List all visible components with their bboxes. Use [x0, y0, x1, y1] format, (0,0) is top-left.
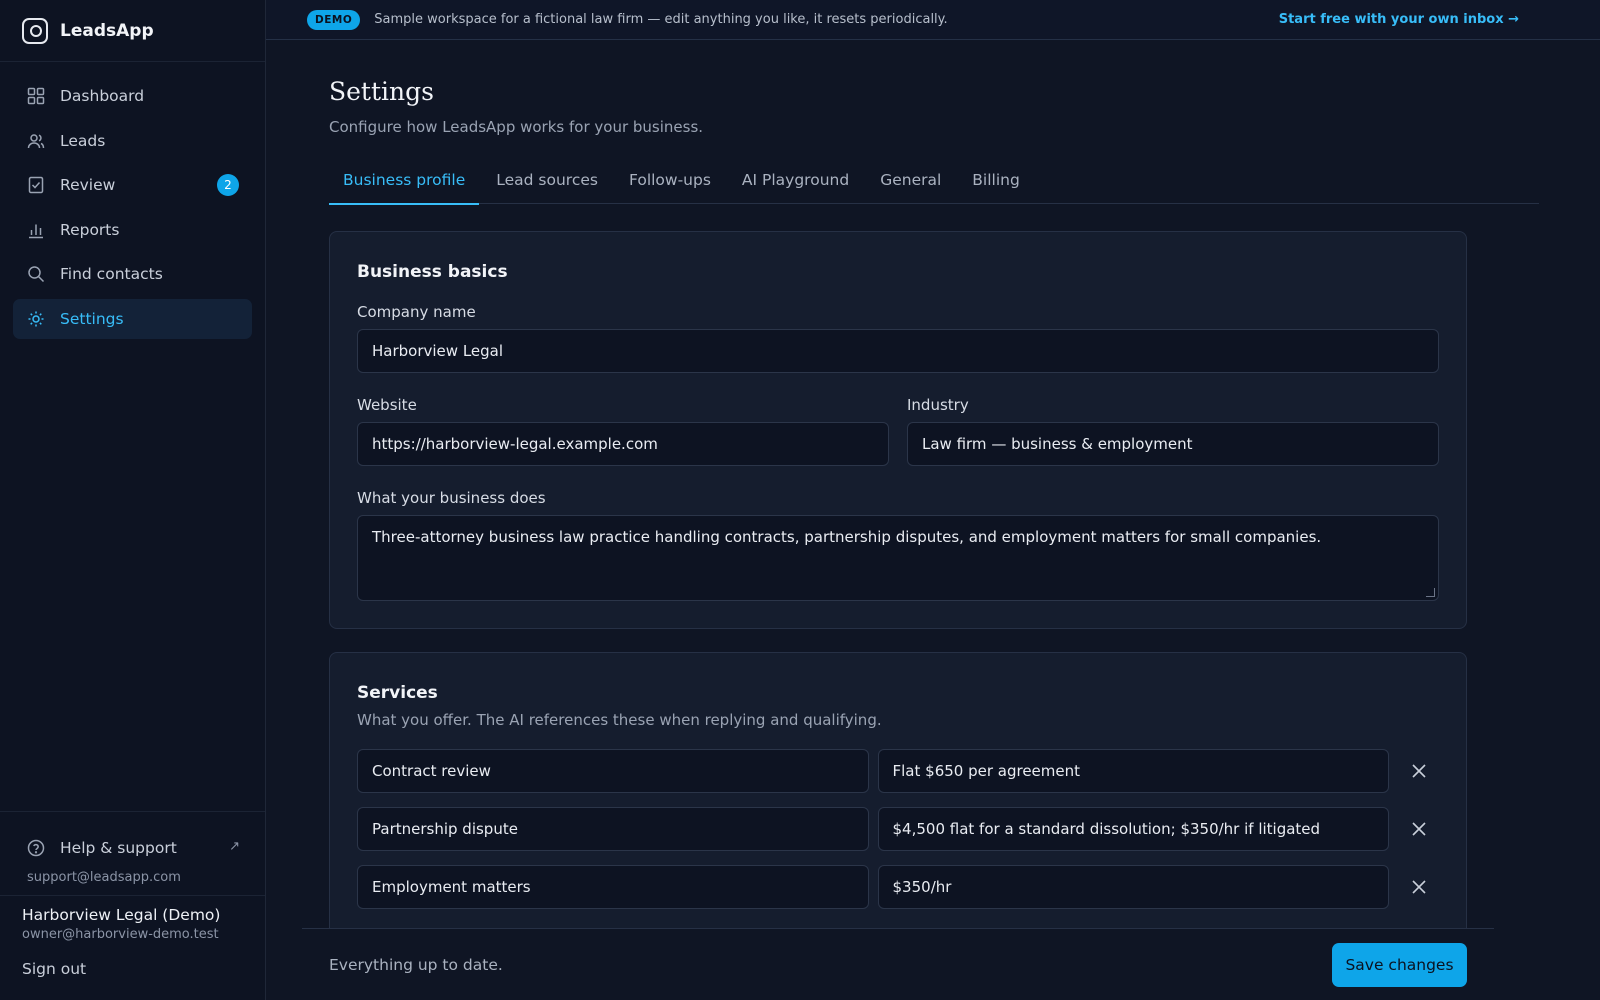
sidebar-item-label: Leads: [60, 131, 106, 150]
tab-general[interactable]: General: [866, 170, 955, 204]
remove-service-button[interactable]: [1399, 751, 1439, 791]
remove-service-button[interactable]: [1399, 867, 1439, 907]
banner-text: Sample workspace for a fictional law fir…: [374, 12, 948, 27]
website-input[interactable]: https://harborview-legal.example.com: [357, 422, 889, 466]
sidebar: LeadsApp Dashboard Leads Review 2 Report…: [0, 0, 266, 1000]
service-name-input[interactable]: Partnership dispute: [357, 807, 869, 851]
tab-ai-playground[interactable]: AI Playground: [728, 170, 863, 204]
business-description-label: What your business does: [357, 489, 546, 507]
sidebar-item-label: Review: [60, 176, 116, 194]
save-changes-button[interactable]: Save changes: [1332, 943, 1467, 987]
services-card: Services What you offer. The AI referenc…: [329, 652, 1467, 952]
demo-banner: DEMO Sample workspace for a fictional la…: [266, 0, 1600, 40]
services-list: Contract review Flat $650 per agreement …: [357, 749, 1439, 909]
sidebar-item-dashboard[interactable]: Dashboard: [13, 76, 252, 116]
bar-chart-icon: [27, 221, 45, 239]
user-email: owner@harborview-demo.test: [22, 927, 219, 942]
service-row: Partnership dispute $4,500 flat for a st…: [357, 807, 1439, 851]
services-subtitle: What you offer. The AI references these …: [357, 711, 882, 729]
help-support-label: Help & support: [60, 839, 177, 857]
service-price-input[interactable]: Flat $650 per agreement: [877, 749, 1390, 793]
page-subtitle: Configure how LeadsApp works for your bu…: [329, 118, 704, 136]
save-status: Everything up to date.: [329, 956, 503, 974]
tab-business-profile[interactable]: Business profile: [329, 170, 480, 205]
sidebar-item-label: Settings: [60, 309, 124, 328]
checklist-icon: [27, 176, 45, 194]
website-label: Website: [357, 396, 417, 414]
services-title: Services: [357, 683, 438, 703]
service-row: Employment matters $350/hr: [357, 865, 1439, 909]
sidebar-item-reports[interactable]: Reports: [13, 210, 252, 250]
sidebar-footer: Help & support ↗ support@leadsapp.com Ha…: [0, 811, 265, 1000]
industry-input[interactable]: Law firm — business & employment: [907, 422, 1439, 466]
gear-icon: [27, 310, 45, 328]
save-bar: Everything up to date. Save changes: [302, 928, 1494, 1000]
sidebar-item-review[interactable]: Review 2: [13, 165, 252, 205]
settings-tabs: Business profile Lead sources Follow-ups…: [329, 170, 1539, 205]
industry-label: Industry: [907, 396, 969, 414]
company-name-input[interactable]: Harborview Legal: [357, 329, 1439, 373]
leadsapp-logo-icon: [22, 17, 48, 44]
service-price-input[interactable]: $350/hr: [877, 865, 1390, 909]
grid-icon: [27, 87, 45, 105]
sidebar-item-label: Dashboard: [60, 87, 145, 105]
service-name-input[interactable]: Contract review: [357, 749, 869, 793]
sign-out-button[interactable]: Sign out: [0, 960, 265, 978]
search-icon: [27, 265, 45, 283]
sidebar-item-settings[interactable]: Settings: [13, 298, 252, 339]
tab-follow-ups[interactable]: Follow-ups: [615, 170, 725, 204]
help-circle-icon: [27, 839, 45, 857]
sidebar-item-find-contacts[interactable]: Find contacts: [13, 254, 252, 294]
support-email[interactable]: support@leadsapp.com: [0, 870, 265, 896]
help-support-link[interactable]: Help & support ↗: [13, 828, 252, 868]
tab-lead-sources[interactable]: Lead sources: [482, 170, 612, 204]
page-title: Settings: [329, 77, 434, 106]
brand-name: LeadsApp: [60, 20, 154, 41]
user-name: Harborview Legal (Demo): [22, 906, 221, 924]
external-link-icon: ↗: [229, 839, 240, 854]
company-name-label: Company name: [357, 303, 476, 321]
brand[interactable]: LeadsApp: [0, 0, 265, 62]
close-icon: [1412, 822, 1426, 836]
start-free-link[interactable]: Start free with your own inbox →: [1279, 12, 1519, 27]
users-icon: [27, 132, 45, 150]
sidebar-item-leads[interactable]: Leads: [13, 121, 252, 161]
service-name-input[interactable]: Employment matters: [357, 865, 869, 909]
sidebar-item-label: Reports: [60, 220, 120, 239]
review-count-badge: 2: [217, 174, 239, 196]
close-icon: [1412, 764, 1426, 778]
business-basics-card: Business basics Company name Harborview …: [329, 231, 1467, 629]
business-basics-title: Business basics: [357, 262, 508, 282]
service-row: Contract review Flat $650 per agreement: [357, 749, 1439, 793]
sidebar-item-label: Find contacts: [60, 265, 163, 283]
settings-main: Settings Configure how LeadsApp works fo…: [329, 40, 1539, 952]
remove-service-button[interactable]: [1399, 809, 1439, 849]
close-icon: [1412, 880, 1426, 894]
business-description-textarea[interactable]: Three-attorney business law practice han…: [357, 515, 1439, 601]
tab-billing[interactable]: Billing: [958, 170, 1034, 204]
service-price-input[interactable]: $4,500 flat for a standard dissolution; …: [877, 807, 1390, 851]
demo-badge: DEMO: [307, 9, 361, 30]
sidebar-nav: Dashboard Leads Review 2 Reports Find co…: [0, 62, 265, 339]
